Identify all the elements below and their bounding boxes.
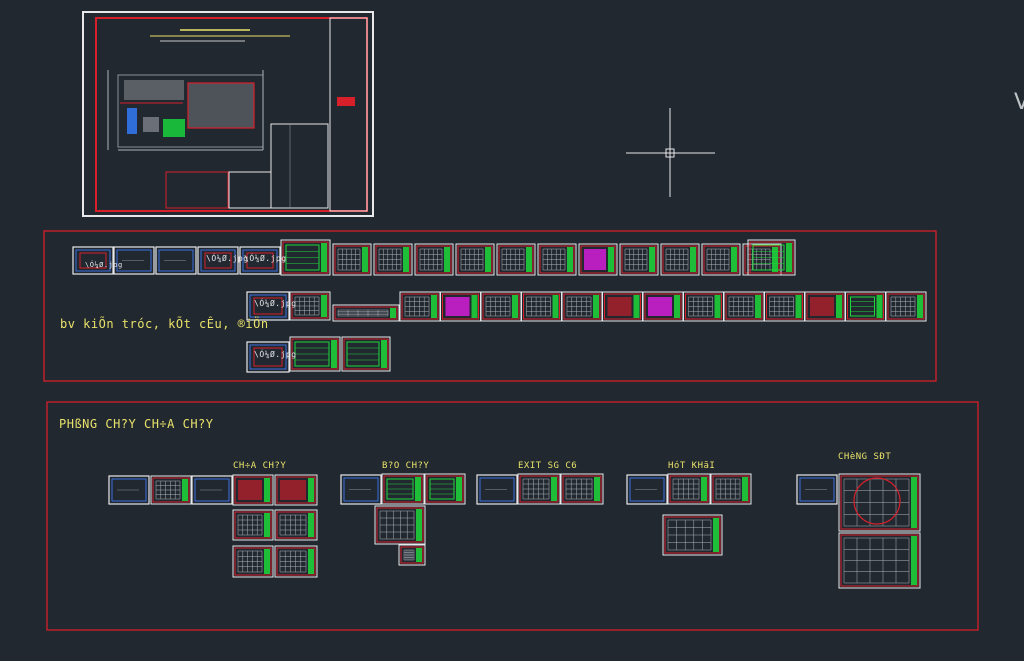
fire-protection-group-label: PHßNG CH?Y CH÷A CH?Y: [59, 417, 214, 431]
drawing-sheet[interactable]: [838, 473, 921, 532]
drawing-sheet[interactable]: [845, 291, 886, 322]
drawing-sheet[interactable]: [667, 473, 711, 505]
missing-image-label: \Ó¼Ø.jpg: [254, 299, 297, 308]
drawing-sheet[interactable]: [155, 246, 197, 275]
drawing-sheet[interactable]: [838, 532, 921, 589]
title-text-block: [150, 29, 290, 42]
drawing-sheet[interactable]: [619, 243, 659, 276]
drawing-sheet[interactable]: [232, 474, 274, 506]
drawing-sheet[interactable]: [683, 291, 724, 322]
drawing-sheet[interactable]: [480, 291, 522, 322]
drawing-sheet[interactable]: [289, 336, 341, 372]
hut-khoi-label: HóT KHãI: [668, 461, 716, 471]
drawing-sheet[interactable]: [560, 473, 604, 505]
drawing-sheet[interactable]: [660, 243, 700, 276]
drawing-sheet[interactable]: [332, 243, 372, 276]
drawing-sheet[interactable]: [414, 243, 454, 276]
drawing-sheet[interactable]: [232, 509, 274, 541]
drawing-sheet[interactable]: [340, 474, 382, 505]
legend-table: [165, 171, 272, 209]
drawing-sheet[interactable]: [399, 291, 441, 322]
drawing-sheet[interactable]: [374, 505, 426, 545]
lightning-zone-circle: [853, 477, 901, 525]
drawing-sheet[interactable]: [373, 243, 413, 276]
drawing-sheet[interactable]: [885, 291, 927, 322]
architecture-group-label: bv kiÕn tróc, kÕt cÊu, ®iÖn: [60, 317, 269, 331]
drawing-sheet[interactable]: [626, 474, 668, 505]
missing-image-label: \Ó¼Ø.jpg: [254, 350, 297, 359]
drawing-sheet[interactable]: [332, 304, 400, 322]
drawing-sheet[interactable]: [150, 475, 192, 505]
site-plan-drawing: [107, 70, 264, 151]
drawing-sheet[interactable]: [455, 243, 495, 276]
drawing-sheet[interactable]: [191, 475, 233, 505]
chua-chay-label: CH÷A CH?Y: [233, 461, 287, 471]
drawing-sheet[interactable]: [747, 239, 796, 276]
drawing-sheet[interactable]: [398, 544, 426, 566]
drawing-sheet[interactable]: [701, 243, 741, 276]
fire-protection-group-frame[interactable]: [46, 401, 979, 631]
missing-image-label: \Ó¼Ø.jpg: [244, 254, 287, 263]
drawing-sheet[interactable]: [341, 336, 391, 372]
bao-chay-label: B?O CH?Y: [382, 461, 430, 471]
title-block: [329, 17, 368, 212]
drawing-sheet[interactable]: [280, 239, 331, 276]
drawing-sheet[interactable]: [108, 475, 150, 505]
drawing-sheet[interactable]: [561, 291, 603, 322]
drawing-sheet[interactable]: [424, 473, 466, 505]
drawing-sheet[interactable]: [476, 474, 518, 505]
crosshair-cursor-icon: [626, 108, 715, 197]
drawing-sheet[interactable]: [381, 473, 425, 505]
architecture-sheets-row-2[interactable]: [246, 291, 927, 322]
drawing-sheet[interactable]: [496, 243, 536, 276]
drawing-sheet[interactable]: [723, 291, 765, 322]
drawing-sheet[interactable]: [440, 291, 481, 322]
fire-protection-sheets[interactable]: [108, 473, 921, 589]
missing-image-label: \Ó¼Ø.jpg: [206, 254, 249, 263]
drawing-sheet[interactable]: [274, 509, 318, 541]
architecture-sheets-row-1[interactable]: [72, 239, 796, 276]
chong-set-label: CHèNG SÐT: [838, 452, 892, 462]
drawing-sheet[interactable]: [662, 514, 723, 556]
partial-text-edge: V: [1014, 90, 1024, 115]
drawing-sheet[interactable]: [578, 243, 618, 276]
drawing-sheet[interactable]: [232, 545, 274, 578]
site-plan-sheet[interactable]: [82, 11, 374, 217]
drawing-sheet[interactable]: [804, 291, 846, 322]
specification-table: [270, 123, 329, 209]
drawing-sheet[interactable]: [517, 473, 561, 505]
missing-image-label: \Ó¼Ø.jpg: [85, 261, 123, 269]
drawing-sheet[interactable]: [796, 474, 838, 505]
drawing-sheet[interactable]: [274, 545, 318, 578]
exit-label: EXIT SG C6: [518, 461, 578, 471]
drawing-sheet[interactable]: [274, 474, 318, 506]
drawing-sheet[interactable]: [537, 243, 577, 276]
drawing-sheet[interactable]: [764, 291, 805, 322]
drawing-sheet[interactable]: [602, 291, 643, 322]
drawing-sheet[interactable]: [521, 291, 562, 322]
drawing-sheet[interactable]: [710, 473, 752, 505]
model-space-canvas[interactable]: bv kiÕn tróc, kÕt cÊu, ®iÖn PHßNG CH?Y C…: [0, 0, 1024, 661]
drawing-sheet[interactable]: [642, 291, 684, 322]
